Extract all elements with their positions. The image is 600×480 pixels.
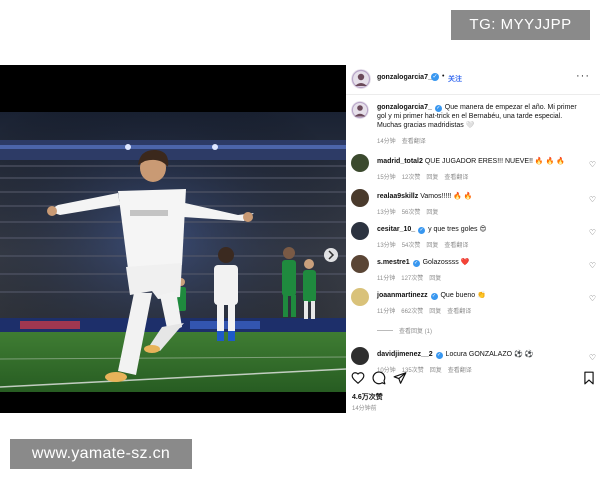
- reply-button[interactable]: 回复: [426, 243, 438, 249]
- verified-badge-icon: ✓: [434, 105, 442, 112]
- caption-time: 14分钟: [377, 139, 396, 145]
- post-photo-image: [0, 65, 346, 413]
- comment-username[interactable]: cesitar_10_: [377, 226, 415, 233]
- replies-divider: [377, 330, 393, 331]
- verified-badge-icon: ✓: [431, 73, 439, 81]
- comment-likes[interactable]: 54次赞: [402, 243, 421, 249]
- comment-avatar[interactable]: [351, 189, 369, 207]
- comment-text: Vamos!!!!! 🔥 🔥: [420, 193, 473, 200]
- comment-time: 11分钟: [377, 309, 396, 315]
- comment-username[interactable]: davidjimenez__2: [377, 351, 433, 358]
- comment-text: QUE JUGADOR ERES!!! NUEVE!! 🔥 🔥 🔥: [424, 158, 565, 165]
- comment-text-line: s.mestre1 ✓ Golazossss ❤️: [377, 258, 584, 267]
- comment-meta: 15分钟 12次赞 回复 查看翻译: [377, 172, 474, 181]
- separator-dot: •: [442, 73, 445, 80]
- comment-meta: 13分钟 56次赞 回复: [377, 207, 444, 216]
- comment-text: Golazossss ❤️: [422, 259, 470, 266]
- header-divider: [346, 94, 600, 95]
- comment-likes[interactable]: 56次赞: [402, 210, 421, 216]
- comment-username[interactable]: realaa9skillz: [377, 193, 418, 200]
- share-icon[interactable]: [393, 371, 407, 385]
- author-avatar[interactable]: [351, 69, 371, 89]
- comment-text-line: cesitar_10_ ✓ y que tres goles 😍: [377, 225, 584, 234]
- comment-avatar[interactable]: [351, 222, 369, 240]
- comment-likes[interactable]: 662次赞: [401, 309, 423, 315]
- more-horizontal-icon[interactable]: ···: [576, 70, 590, 82]
- comment-time: 13分钟: [377, 210, 396, 216]
- comment-like-heart-icon[interactable]: ♡: [589, 261, 596, 270]
- comment-row: s.mestre1 ✓ Golazossss ❤️ 11分钟 127次赞 回复 ♡: [346, 254, 600, 284]
- heart-icon[interactable]: [351, 371, 365, 385]
- comment-row: cesitar_10_ ✓ y que tres goles 😍 13分钟 54次赞…: [346, 221, 600, 251]
- verified-badge-icon: ✓: [412, 260, 420, 267]
- comment-text: Locura GONZALAZO ⚽ ⚽: [445, 351, 534, 358]
- watermark-top: TG: MYYJJPP: [451, 10, 590, 40]
- comment-avatar[interactable]: [351, 288, 369, 306]
- likes-count[interactable]: 4.6万次赞: [352, 392, 383, 402]
- comment-icon[interactable]: [372, 371, 386, 385]
- caption-username[interactable]: gonzalogarcia7_: [377, 104, 432, 111]
- comment-avatar[interactable]: [351, 347, 369, 365]
- comment-row: joaanmartinezz ✓ Que bueno 👏 11分钟 662次赞 回复查…: [346, 287, 600, 317]
- comment-text: Que bueno 👏: [440, 292, 486, 299]
- post-date: 14分钟前: [352, 406, 377, 412]
- comment-username[interactable]: madrid_total2: [377, 158, 423, 165]
- follow-button[interactable]: 关注: [448, 74, 462, 84]
- reply-button[interactable]: 回复: [426, 175, 438, 181]
- caption-meta: 14分钟 查看翻译: [377, 136, 432, 145]
- translate-button[interactable]: 查看翻译: [444, 243, 468, 249]
- post-photo[interactable]: [0, 65, 346, 413]
- comment-avatar[interactable]: [351, 255, 369, 273]
- comment-row: realaa9skillz Vamos!!!!! 🔥 🔥 13分钟 56次赞 回复 ♡: [346, 188, 600, 218]
- comment-like-heart-icon[interactable]: ♡: [589, 353, 596, 362]
- verified-badge-icon: ✓: [418, 227, 426, 234]
- comment-time: 13分钟: [377, 243, 396, 249]
- caption-translate[interactable]: 查看翻译: [402, 139, 426, 145]
- post-caption: gonzalogarcia7_ ✓ Que manera de empezar …: [346, 99, 600, 147]
- instagram-post: gonzalogarcia7_ ✓ • 关注 ··· gonzalogarcia…: [0, 65, 600, 413]
- comment-text-line: davidjimenez__2 ✓ Locura GONZALAZO ⚽ ⚽: [377, 350, 584, 359]
- comment-time: 15分钟: [377, 175, 396, 181]
- comment-likes[interactable]: 127次赞: [401, 276, 423, 282]
- bookmark-icon[interactable]: [582, 371, 596, 385]
- comment-meta: 11分钟 662次赞 回复 查看翻译: [377, 306, 477, 315]
- post-sidebar: gonzalogarcia7_ ✓ • 关注 ··· gonzalogarcia…: [346, 65, 600, 413]
- comment-username[interactable]: s.mestre1: [377, 259, 410, 266]
- comment-text-line: madrid_total2 QUE JUGADOR ERES!!! NUEVE!…: [377, 157, 584, 166]
- comment-meta: 13分钟 54次赞 回复 查看翻译: [377, 240, 474, 249]
- reply-button[interactable]: 回复: [429, 276, 441, 282]
- author-username[interactable]: gonzalogarcia7_: [377, 74, 432, 81]
- caption-text-line: gonzalogarcia7_ ✓ Que manera de empezar …: [377, 103, 584, 130]
- translate-button[interactable]: 查看翻译: [444, 175, 468, 181]
- comment-like-heart-icon[interactable]: ♡: [589, 294, 596, 303]
- caption-avatar[interactable]: [351, 101, 369, 119]
- reply-button[interactable]: 回复: [429, 309, 441, 315]
- comment-text-line: joaanmartinezz ✓ Que bueno 👏: [377, 291, 584, 300]
- comment-avatar[interactable]: [351, 154, 369, 172]
- comment-row: madrid_total2 QUE JUGADOR ERES!!! NUEVE!…: [346, 153, 600, 183]
- comment-like-heart-icon[interactable]: ♡: [589, 195, 596, 204]
- view-replies-link[interactable]: 查看回复 (1): [377, 326, 432, 335]
- comment-text-line: realaa9skillz Vamos!!!!! 🔥 🔥: [377, 192, 584, 201]
- comment-time: 11分钟: [377, 276, 396, 282]
- watermark-bottom: www.yamate-sz.cn: [10, 439, 192, 469]
- comment-like-heart-icon[interactable]: ♡: [589, 228, 596, 237]
- comment-username[interactable]: joaanmartinezz: [377, 292, 428, 299]
- comment-meta: 11分钟 127次赞 回复: [377, 273, 447, 282]
- translate-button[interactable]: 查看翻译: [447, 309, 471, 315]
- action-bar: [346, 371, 600, 387]
- view-replies-label[interactable]: 查看回复 (1): [399, 329, 432, 335]
- screenshot: TG: MYYJJPP gonzalogarcia7_ ✓ • 关注 ··· g…: [0, 0, 600, 480]
- comment-text: y que tres goles 😍: [428, 226, 487, 233]
- comment-like-heart-icon[interactable]: ♡: [589, 160, 596, 169]
- verified-badge-icon: ✓: [430, 293, 438, 300]
- verified-badge-icon: ✓: [435, 352, 443, 359]
- comment-likes[interactable]: 12次赞: [402, 175, 421, 181]
- reply-button[interactable]: 回复: [426, 210, 438, 216]
